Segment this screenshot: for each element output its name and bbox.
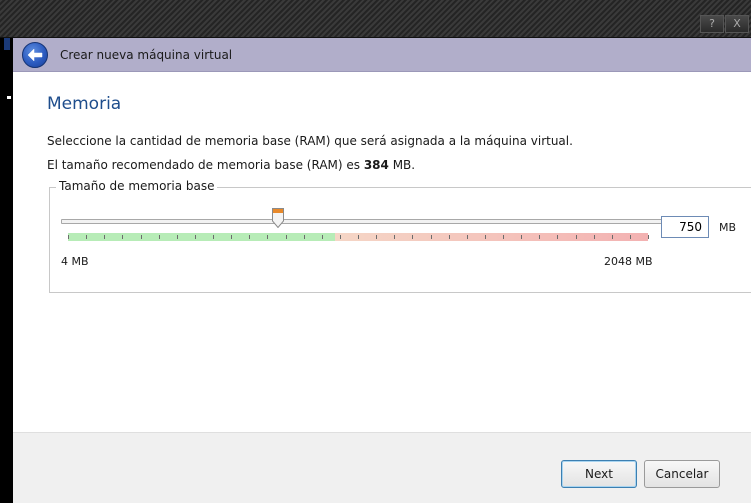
slider-tick bbox=[594, 235, 595, 239]
recommended-range bbox=[68, 233, 335, 241]
edge-notch bbox=[4, 38, 10, 50]
slider-tick bbox=[249, 235, 250, 239]
dialog-title: Crear nueva máquina virtual bbox=[60, 47, 233, 62]
slider-tick bbox=[449, 235, 450, 239]
slider-tick bbox=[322, 235, 323, 239]
close-icon[interactable]: X bbox=[725, 15, 749, 33]
window-titlebar: ? X bbox=[0, 0, 751, 38]
slider-tick bbox=[612, 235, 613, 239]
slider-tick bbox=[467, 235, 468, 239]
memory-slider-track[interactable] bbox=[61, 219, 666, 224]
cancel-button[interactable]: Cancelar bbox=[644, 460, 720, 488]
slider-tick bbox=[141, 235, 142, 239]
recommended-suffix: MB. bbox=[388, 158, 416, 172]
slider-tick bbox=[539, 235, 540, 239]
dialog-footer: Next Cancelar bbox=[13, 432, 751, 503]
slider-tick bbox=[431, 235, 432, 239]
slider-tick bbox=[177, 235, 178, 239]
slider-tick bbox=[358, 235, 359, 239]
slider-tick bbox=[394, 235, 395, 239]
slider-tick bbox=[503, 235, 504, 239]
slider-tick bbox=[304, 235, 305, 239]
slider-tick bbox=[340, 235, 341, 239]
memory-size-group-label: Tamaño de memoria base bbox=[56, 179, 218, 193]
next-button[interactable]: Next bbox=[561, 460, 637, 488]
window-left-edge bbox=[0, 38, 13, 503]
slider-tick bbox=[159, 235, 160, 239]
slider-tick bbox=[231, 235, 232, 239]
slider-tick bbox=[648, 235, 649, 239]
memory-max-label: 2048 MB bbox=[604, 255, 653, 268]
slider-tick bbox=[376, 235, 377, 239]
slider-tick bbox=[104, 235, 105, 239]
recommended-prefix: El tamaño recomendado de memoria base (R… bbox=[47, 158, 364, 172]
slider-tick bbox=[122, 235, 123, 239]
slider-tick bbox=[630, 235, 631, 239]
slider-tick bbox=[267, 235, 268, 239]
slider-tick bbox=[286, 235, 287, 239]
memory-value-input[interactable] bbox=[661, 216, 709, 238]
slider-tick bbox=[68, 235, 69, 239]
slider-tick bbox=[213, 235, 214, 239]
page-title: Memoria bbox=[47, 94, 122, 114]
slider-tick bbox=[412, 235, 413, 239]
memory-unit-label: MB bbox=[719, 221, 737, 234]
slider-tick bbox=[521, 235, 522, 239]
slider-tick bbox=[86, 235, 87, 239]
memory-slider-handle[interactable] bbox=[271, 208, 284, 229]
dialog-header: Crear nueva máquina virtual bbox=[13, 38, 751, 72]
help-icon[interactable]: ? bbox=[700, 15, 724, 33]
memory-description: Seleccione la cantidad de memoria base (… bbox=[47, 134, 573, 148]
create-vm-dialog: Crear nueva máquina virtual Memoria Sele… bbox=[13, 38, 751, 503]
dialog-content: Memoria Seleccione la cantidad de memori… bbox=[13, 72, 751, 432]
excessive-range bbox=[335, 233, 648, 241]
memory-size-group: Tamaño de memoria base 4 MB 2048 MB MB bbox=[49, 179, 751, 293]
titlebar-buttons: ? X bbox=[700, 15, 749, 33]
slider-tick bbox=[557, 235, 558, 239]
slider-tick bbox=[576, 235, 577, 239]
edge-notch-mark bbox=[7, 96, 11, 99]
back-arrow-icon[interactable] bbox=[22, 41, 48, 68]
memory-min-label: 4 MB bbox=[61, 255, 89, 268]
slider-tick bbox=[195, 235, 196, 239]
recommended-value: 384 bbox=[363, 158, 389, 172]
slider-tick bbox=[485, 235, 486, 239]
recommended-memory-text: El tamaño recomendado de memoria base (R… bbox=[47, 158, 415, 172]
